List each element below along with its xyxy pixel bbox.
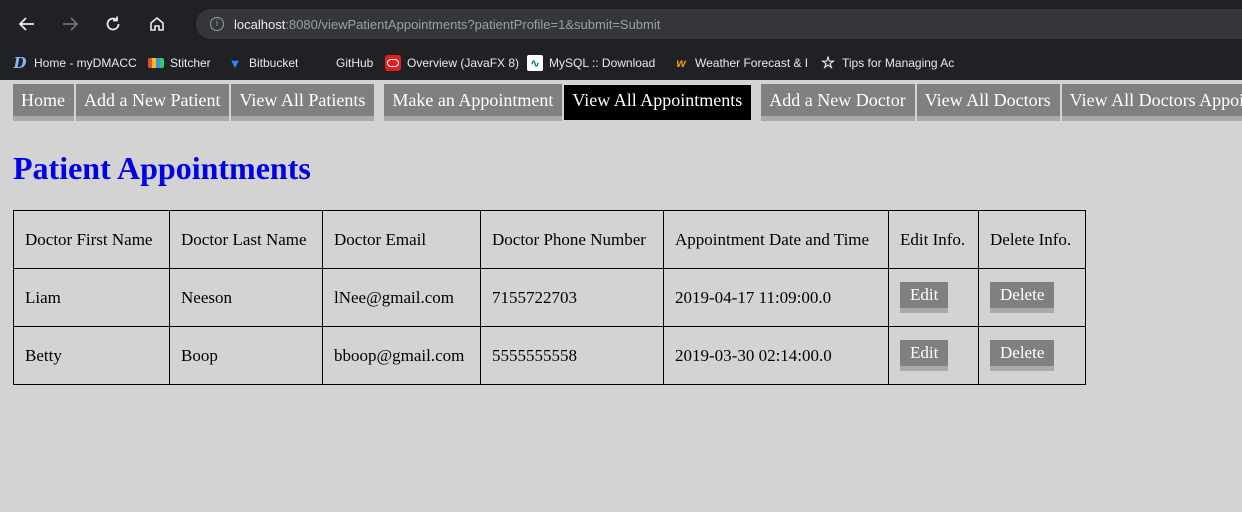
bookmark-bitbucket[interactable]: ▼ Bitbucket	[227, 48, 336, 78]
bookmark-javafx[interactable]: Overview (JavaFX 8)	[385, 48, 527, 78]
cell-datetime: 2019-04-17 11:09:00.0	[663, 268, 889, 327]
nav-view-doctors-appointments[interactable]: View All Doctors Appoin	[1061, 84, 1242, 121]
header-delete-info: Delete Info.	[978, 210, 1086, 269]
cell-datetime: 2019-03-30 02:14:00.0	[663, 326, 889, 385]
bookmark-label: Weather Forecast & F	[695, 56, 807, 70]
nav-make-appointment[interactable]: Make an Appointment	[384, 84, 563, 121]
nav-add-patient[interactable]: Add a New Patient	[76, 84, 230, 121]
cell-last-name: Boop	[169, 326, 323, 385]
table-row: Liam Neeson lNee@gmail.com 7155722703 20…	[13, 268, 1086, 327]
browser-chrome: i localhost:8080/viewPatientAppointments…	[0, 0, 1242, 80]
page-content: Home Add a New Patient View All Patients…	[0, 80, 1242, 512]
cell-first-name: Betty	[13, 326, 170, 385]
stitcher-icon	[148, 58, 164, 68]
info-icon[interactable]: i	[210, 17, 224, 31]
nav-gap	[376, 84, 384, 120]
bookmark-mysql[interactable]: ∿ MySQL :: Download M	[527, 48, 673, 78]
header-appointment-datetime: Appointment Date and Time	[663, 210, 889, 269]
reload-icon[interactable]	[98, 9, 128, 39]
star-icon: ☆	[820, 55, 836, 72]
cell-email: bboop@gmail.com	[322, 326, 481, 385]
url-path: :8080/viewPatientAppointments?patientPro…	[285, 16, 661, 32]
bookmark-github[interactable]: GitHub	[336, 48, 385, 78]
bookmark-label: GitHub	[336, 56, 374, 70]
nav-menu: Home Add a New Patient View All Patients…	[13, 84, 1242, 121]
delete-button[interactable]: Delete	[990, 340, 1055, 371]
table-header-row: Doctor First Name Doctor Last Name Docto…	[13, 210, 1086, 269]
bookmark-label: Stitcher	[170, 56, 211, 70]
edit-button[interactable]: Edit	[900, 340, 949, 371]
bookmark-label: Home - myDMACC	[34, 56, 137, 70]
url-host: localhost	[234, 16, 286, 32]
header-doctor-last-name: Doctor Last Name	[169, 210, 323, 269]
cell-last-name: Neeson	[169, 268, 323, 327]
appointments-table: Doctor First Name Doctor Last Name Docto…	[13, 210, 1086, 385]
bookmarks-bar: D Home - myDMACC Stitcher ▼ Bitbucket Gi…	[0, 48, 1242, 78]
bookmark-label: Overview (JavaFX 8)	[407, 56, 520, 70]
cell-delete: Delete	[978, 268, 1086, 327]
edit-button[interactable]: Edit	[900, 282, 949, 313]
url-text: localhost:8080/viewPatientAppointments?p…	[234, 17, 660, 32]
browser-toolbar: i localhost:8080/viewPatientAppointments…	[0, 0, 1242, 47]
cell-delete: Delete	[978, 326, 1086, 385]
nav-add-doctor[interactable]: Add a New Doctor	[761, 84, 915, 121]
bookmark-stitcher[interactable]: Stitcher	[148, 48, 227, 78]
bookmark-tips[interactable]: ☆ Tips for Managing Ac	[820, 48, 960, 78]
bookmark-label: Bitbucket	[249, 56, 299, 70]
header-doctor-phone: Doctor Phone Number	[480, 210, 664, 269]
page-title: Patient Appointments	[13, 150, 311, 186]
nav-home[interactable]: Home	[13, 84, 74, 121]
weather-icon: w	[676, 56, 686, 70]
cell-phone: 5555555558	[480, 326, 664, 385]
address-bar[interactable]: i localhost:8080/viewPatientAppointments…	[196, 9, 1242, 39]
nav-view-appointments[interactable]: View All Appointments	[564, 85, 752, 120]
cell-edit: Edit	[888, 326, 979, 385]
header-edit-info: Edit Info.	[888, 210, 979, 269]
home-icon[interactable]	[142, 9, 172, 39]
bookmark-weather[interactable]: w Weather Forecast & F	[673, 48, 820, 78]
header-doctor-email: Doctor Email	[322, 210, 481, 269]
header-doctor-first-name: Doctor First Name	[13, 210, 170, 269]
nav-view-patients[interactable]: View All Patients	[231, 84, 375, 121]
forward-icon[interactable]	[55, 9, 85, 39]
cell-phone: 7155722703	[480, 268, 664, 327]
bookmark-label: MySQL :: Download M	[549, 56, 659, 70]
delete-button[interactable]: Delete	[990, 282, 1055, 313]
bookmark-label: Tips for Managing Ac	[842, 56, 954, 70]
nav-gap	[753, 84, 761, 120]
bitbucket-icon: ▼	[228, 55, 242, 71]
table-row: Betty Boop bboop@gmail.com 5555555558 20…	[13, 326, 1086, 385]
oracle-icon	[385, 55, 401, 71]
cell-first-name: Liam	[13, 268, 170, 327]
cell-email: lNee@gmail.com	[322, 268, 481, 327]
mysql-icon: ∿	[527, 55, 543, 71]
d-logo-icon: D	[13, 54, 27, 72]
nav-view-doctors[interactable]: View All Doctors	[916, 84, 1060, 121]
back-icon[interactable]	[12, 9, 42, 39]
bookmark-mydmacc[interactable]: D Home - myDMACC	[12, 48, 148, 78]
cell-edit: Edit	[888, 268, 979, 327]
